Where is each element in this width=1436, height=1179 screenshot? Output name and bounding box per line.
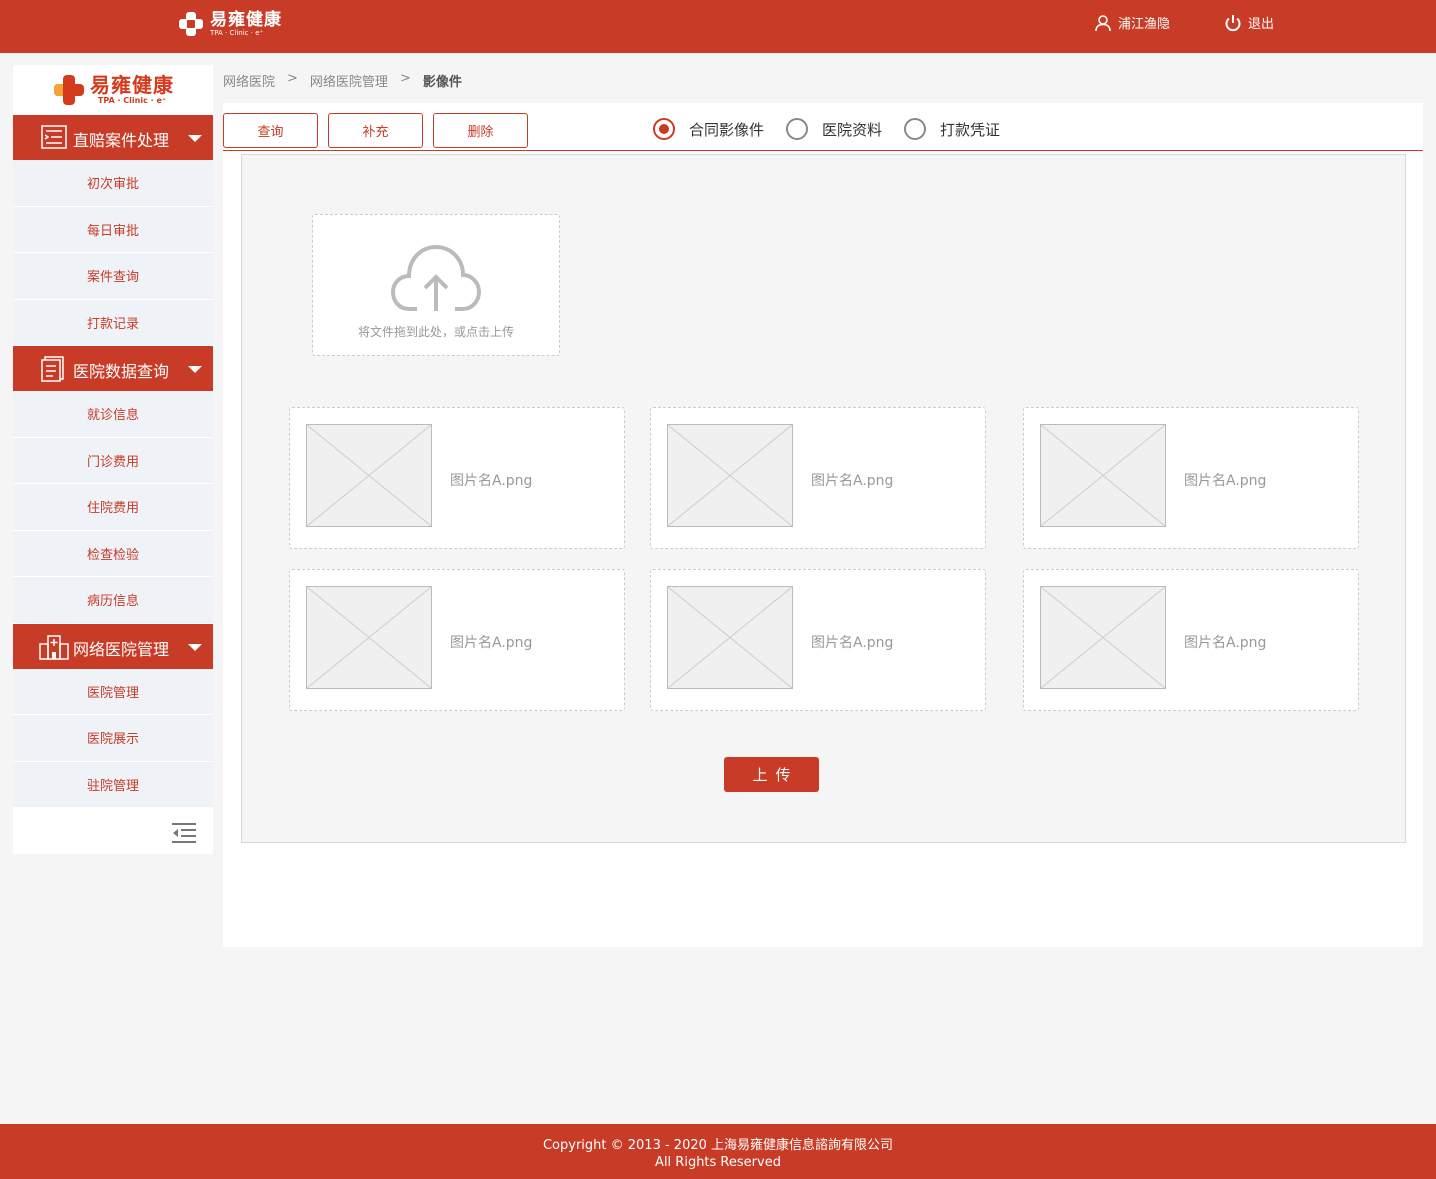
logo-cross-icon (52, 74, 86, 106)
header-logo-subtitle: TPA · Clinic · e⁺ (210, 28, 264, 37)
claims-icon (41, 125, 67, 149)
sidebar-item-daily-approval[interactable]: 每日审批 (13, 206, 213, 253)
upload-button[interactable]: 上传 (724, 757, 819, 792)
radio-checked-icon (653, 118, 675, 140)
sidebar-item-outpatient-fees[interactable]: 门诊费用 (13, 437, 213, 484)
chevron-down-icon (188, 643, 202, 651)
footer-copyright: Copyright © 2013 - 2020 上海易雍健康信息諮詢有限公司 (542, 1138, 894, 1153)
user-menu[interactable]: 浦江渔隐 (1094, 13, 1170, 32)
sidebar-logo[interactable]: 易雍健康 TPA · Clinic · e⁺ (13, 65, 213, 115)
sidebar-item-initial-approval[interactable]: 初次审批 (13, 160, 213, 207)
header-logo[interactable]: 易雍健康 TPA · Clinic · e⁺ (176, 10, 282, 38)
sidebar-group-hospital-data[interactable]: 医院数据查询 (13, 346, 213, 391)
sidebar-item-resident-management[interactable]: 驻院管理 (13, 761, 213, 808)
sidebar-item-case-query[interactable]: 案件查询 (13, 253, 213, 300)
document-type-radio-group: 合同影像件 医院资料 打款凭证 (653, 118, 1022, 140)
supplement-button[interactable]: 补充 (328, 113, 423, 148)
sidebar-item-payment-records[interactable]: 打款记录 (13, 299, 213, 346)
sidebar-item-hospital-management[interactable]: 医院管理 (13, 668, 213, 715)
image-filename: 图片名A.png (450, 635, 533, 651)
sidebar: 易雍健康 TPA · Clinic · e⁺ 直赔案件处理 初次审批 每日审批 … (13, 65, 213, 854)
sidebar-footer (13, 808, 213, 854)
logout-label: 退出 (1248, 17, 1275, 32)
power-icon (1225, 14, 1241, 31)
menu-collapse-icon[interactable] (171, 822, 197, 844)
breadcrumb: 网络医院 > 网络医院管理 > 影像件 (223, 71, 474, 90)
footer-rights: All Rights Reserved (655, 1155, 781, 1170)
image-placeholder-icon (1040, 424, 1166, 527)
image-placeholder-icon (306, 424, 432, 527)
image-card[interactable]: 图片名A.png (650, 407, 986, 549)
hospital-icon (39, 634, 69, 660)
upload-hint: 将文件拖到此处，或点击上传 (357, 325, 514, 339)
image-placeholder-icon (1040, 586, 1166, 689)
main-content: 查询 补充 删除 合同影像件 医院资料 打款凭证 将文件拖到此处，或点击上传 图… (223, 103, 1423, 947)
sidebar-group-label: 医院数据查询 (73, 362, 170, 381)
image-card[interactable]: 图片名A.png (650, 569, 986, 711)
sidebar-group-label: 直赔案件处理 (73, 131, 170, 150)
radio-unchecked-icon (786, 118, 809, 140)
radio-unchecked-icon (904, 118, 927, 140)
document-icon (41, 356, 64, 382)
logout-button[interactable]: 退出 (1224, 13, 1274, 32)
image-placeholder-icon (667, 424, 793, 527)
radio-label: 合同影像件 (689, 120, 765, 139)
radio-hospital-materials[interactable]: 医院资料 (786, 118, 882, 140)
toolbar: 查询 补充 删除 合同影像件 医院资料 打款凭证 (223, 103, 1423, 151)
image-filename: 图片名A.png (811, 473, 894, 489)
cloud-upload-icon (391, 244, 481, 311)
query-button[interactable]: 查询 (223, 113, 318, 148)
user-icon (1095, 14, 1111, 31)
image-placeholder-icon (667, 586, 793, 689)
chevron-down-icon (188, 366, 202, 373)
breadcrumb-item[interactable]: 网络医院管理 (310, 71, 388, 90)
sidebar-item-visit-info[interactable]: 就诊信息 (13, 391, 213, 438)
breadcrumb-current: 影像件 (422, 75, 462, 90)
breadcrumb-separator: > (399, 71, 411, 86)
image-filename: 图片名A.png (811, 635, 894, 651)
sidebar-group-label: 网络医院管理 (73, 639, 170, 659)
image-filename: 图片名A.png (1184, 635, 1267, 651)
chevron-down-icon (188, 135, 202, 142)
image-filename: 图片名A.png (450, 473, 533, 489)
image-card[interactable]: 图片名A.png (1023, 407, 1359, 549)
sidebar-logo-subtitle: TPA · Clinic · e⁺ (97, 96, 167, 105)
logo-cross-icon (176, 10, 206, 38)
user-name: 浦江渔隐 (1118, 17, 1171, 32)
image-panel: 将文件拖到此处，或点击上传 图片名A.png 图片名A.png 图片名A.png… (241, 154, 1406, 843)
sidebar-item-medical-records[interactable]: 病历信息 (13, 577, 213, 624)
image-card[interactable]: 图片名A.png (289, 407, 625, 549)
radio-contract-images[interactable]: 合同影像件 (653, 118, 764, 140)
sidebar-item-hospital-display[interactable]: 医院展示 (13, 715, 213, 762)
radio-label: 医院资料 (822, 120, 883, 139)
image-card[interactable]: 图片名A.png (289, 569, 625, 711)
radio-payment-vouchers[interactable]: 打款凭证 (904, 118, 1000, 140)
sidebar-group-claims[interactable]: 直赔案件处理 (13, 115, 213, 160)
radio-label: 打款凭证 (940, 120, 1001, 139)
breadcrumb-separator: > (287, 71, 298, 86)
image-card[interactable]: 图片名A.png (1023, 569, 1359, 711)
sidebar-item-lab-tests[interactable]: 检查检验 (13, 530, 213, 577)
sidebar-item-inpatient-fees[interactable]: 住院费用 (13, 484, 213, 531)
top-bar: 易雍健康 TPA · Clinic · e⁺ 浦江渔隐 退出 (0, 0, 1436, 53)
breadcrumb-item[interactable]: 网络医院 (223, 71, 275, 90)
delete-button[interactable]: 删除 (433, 113, 528, 148)
image-filename: 图片名A.png (1184, 473, 1267, 489)
sidebar-group-network-hospital[interactable]: 网络医院管理 (13, 623, 213, 669)
sidebar-logo-text: 易雍健康 (90, 73, 174, 97)
upload-dropzone[interactable]: 将文件拖到此处，或点击上传 (312, 214, 560, 356)
footer: Copyright © 2013 - 2020 上海易雍健康信息諮詢有限公司 A… (0, 1124, 1436, 1179)
header-logo-text: 易雍健康 (210, 9, 282, 30)
image-placeholder-icon (306, 586, 432, 689)
